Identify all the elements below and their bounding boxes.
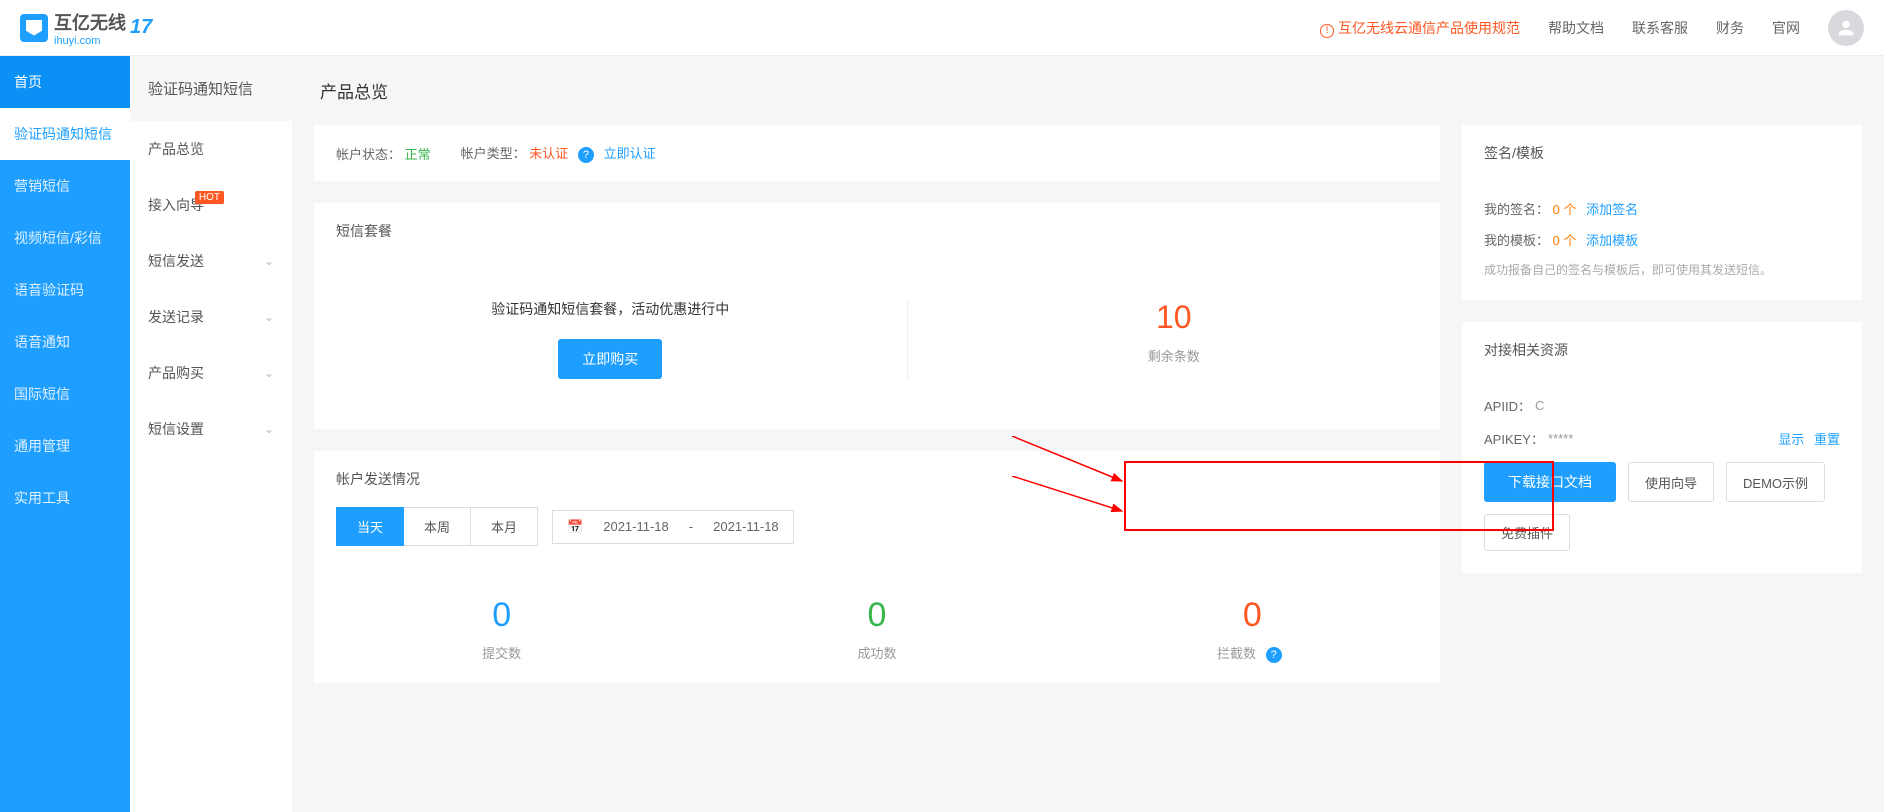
sec-item-send[interactable]: 短信发送⌄: [130, 233, 292, 289]
free-plugins-button[interactable]: 免费插件: [1484, 514, 1570, 551]
sidebar-item-home[interactable]: 首页: [0, 56, 130, 108]
apiid-label: APIID：: [1484, 396, 1531, 415]
header-links: !互亿无线云通信产品使用规范 帮助文档 联系客服 财务 官网: [1320, 10, 1864, 46]
sec-item-guide[interactable]: 接入向导: [130, 177, 292, 233]
apiid-value: C: [1535, 398, 1544, 413]
tpl-label: 我的模板：: [1484, 233, 1549, 248]
tpl-count: 0 个: [1553, 233, 1577, 248]
secondary-sidebar-title: 验证码通知短信: [130, 56, 292, 121]
usage-guide-button[interactable]: 使用向导: [1628, 462, 1714, 502]
add-signature-link[interactable]: 添加签名: [1586, 202, 1638, 217]
account-status-bar: 帐户状态： 正常 帐户类型： 未认证 ? 立即认证: [314, 125, 1440, 181]
account-type-label: 帐户类型：: [461, 146, 526, 161]
package-promo-text: 验证码通知短信套餐，活动优惠进行中: [491, 299, 729, 319]
remaining-label: 剩余条数: [1148, 346, 1200, 365]
reset-apikey-link[interactable]: 重置: [1814, 432, 1840, 447]
stat-success-label: 成功数: [689, 643, 1064, 662]
chevron-down-icon: ⌄: [264, 254, 274, 268]
add-template-link[interactable]: 添加模板: [1586, 233, 1638, 248]
apikey-label: APIKEY：: [1484, 429, 1544, 448]
sidebar-item-voice-code[interactable]: 语音验证码: [0, 264, 130, 316]
brand-name-cn: 互亿无线: [54, 9, 126, 35]
date-sep: -: [689, 519, 693, 534]
chevron-down-icon: ⌄: [264, 422, 274, 436]
sidebar-item-sms-verify[interactable]: 验证码通知短信: [0, 108, 130, 160]
sms-package-card: 短信套餐 验证码通知短信套餐，活动优惠进行中 立即购买 10 剩余条数: [314, 203, 1440, 429]
stat-submitted: 0 提交数: [314, 596, 689, 663]
page-title: 产品总览: [292, 56, 1884, 125]
top-header: 互亿无线 ihuyi.com 17 !互亿无线云通信产品使用规范 帮助文档 联系…: [0, 0, 1884, 56]
user-avatar[interactable]: [1828, 10, 1864, 46]
sign-count: 0 个: [1553, 202, 1577, 217]
sidebar-item-video-mms[interactable]: 视频短信/彩信: [0, 212, 130, 264]
calendar-icon: 📅: [567, 519, 583, 535]
signtpl-hint: 成功报备自己的签名与模板后，即可使用其发送短信。: [1484, 261, 1840, 278]
package-title: 短信套餐: [314, 203, 1440, 259]
sec-item-overview[interactable]: 产品总览: [130, 121, 292, 177]
stat-success-num: 0: [689, 596, 1064, 635]
resources-title: 对接相关资源: [1462, 322, 1862, 378]
signature-template-card: 签名/模板 我的签名： 0 个 添加签名 我的模板： 0 个 添加模板 成功报备…: [1462, 125, 1862, 300]
stats-title: 帐户发送情况: [314, 451, 1440, 507]
main-content: 产品总览 帐户状态： 正常 帐户类型： 未认证 ? 立即认证: [292, 56, 1884, 812]
status-label: 帐户状态：: [336, 147, 401, 162]
demo-examples-button[interactable]: DEMO示例: [1726, 462, 1825, 502]
brand-name-en: ihuyi.com: [54, 35, 126, 47]
help-icon[interactable]: ?: [578, 147, 594, 163]
buy-now-button[interactable]: 立即购买: [558, 339, 662, 379]
help-icon[interactable]: ?: [1266, 647, 1282, 663]
primary-sidebar: 首页 验证码通知短信 营销短信 视频短信/彩信 语音验证码 语音通知 国际短信 …: [0, 56, 130, 812]
warn-icon: !: [1320, 24, 1334, 38]
usage-policy-link[interactable]: !互亿无线云通信产品使用规范: [1320, 18, 1520, 38]
show-apikey-link[interactable]: 显示: [1778, 432, 1804, 447]
api-resources-card: 对接相关资源 APIID： C APIKEY： ***** 显示 重置: [1462, 322, 1862, 573]
signtpl-title: 签名/模板: [1462, 125, 1862, 181]
download-api-docs-button[interactable]: 下载接口文档: [1484, 462, 1616, 502]
help-docs-link[interactable]: 帮助文档: [1548, 18, 1604, 38]
status-value: 正常: [405, 147, 431, 162]
chevron-down-icon: ⌄: [264, 310, 274, 324]
tab-week[interactable]: 本周: [404, 507, 471, 546]
sign-label: 我的签名：: [1484, 202, 1549, 217]
stat-submitted-label: 提交数: [314, 643, 689, 662]
sec-item-purchase[interactable]: 产品购买⌄: [130, 345, 292, 401]
remaining-count: 10: [1156, 299, 1192, 336]
chevron-down-icon: ⌄: [264, 366, 274, 380]
brand-badge: 17: [130, 16, 152, 39]
tab-today[interactable]: 当天: [336, 507, 404, 546]
contact-support-link[interactable]: 联系客服: [1632, 18, 1688, 38]
stat-blocked: 0 拦截数 ?: [1065, 596, 1440, 663]
sidebar-item-marketing-sms[interactable]: 营销短信: [0, 160, 130, 212]
tab-month[interactable]: 本月: [471, 507, 538, 546]
sidebar-item-tools[interactable]: 实用工具: [0, 472, 130, 524]
brand-logo[interactable]: 互亿无线 ihuyi.com 17: [20, 9, 152, 47]
sec-item-records[interactable]: 发送记录⌄: [130, 289, 292, 345]
sidebar-item-voice-notify[interactable]: 语音通知: [0, 316, 130, 368]
send-stats-card: 帐户发送情况 当天 本周 本月 📅 2021-11-18 - 2021-11-1…: [314, 451, 1440, 683]
secondary-sidebar: 验证码通知短信 产品总览 接入向导 短信发送⌄ 发送记录⌄ 产品购买⌄ 短信设置…: [130, 56, 292, 812]
sec-item-settings[interactable]: 短信设置⌄: [130, 401, 292, 457]
stat-blocked-num: 0: [1065, 596, 1440, 635]
stat-submitted-num: 0: [314, 596, 689, 635]
stat-blocked-label: 拦截数 ?: [1065, 643, 1440, 663]
date-start: 2021-11-18: [603, 519, 669, 534]
finance-link[interactable]: 财务: [1716, 18, 1744, 38]
date-end: 2021-11-18: [713, 519, 779, 534]
logo-icon: [20, 14, 48, 42]
sidebar-item-general-mgmt[interactable]: 通用管理: [0, 420, 130, 472]
apikey-value: *****: [1548, 431, 1573, 446]
date-range-picker[interactable]: 📅 2021-11-18 - 2021-11-18: [552, 510, 794, 544]
official-site-link[interactable]: 官网: [1772, 18, 1800, 38]
user-icon: [1835, 17, 1857, 39]
stat-success: 0 成功数: [689, 596, 1064, 663]
sidebar-item-intl-sms[interactable]: 国际短信: [0, 368, 130, 420]
account-type-value: 未认证: [529, 146, 568, 161]
verify-now-link[interactable]: 立即认证: [604, 146, 656, 161]
